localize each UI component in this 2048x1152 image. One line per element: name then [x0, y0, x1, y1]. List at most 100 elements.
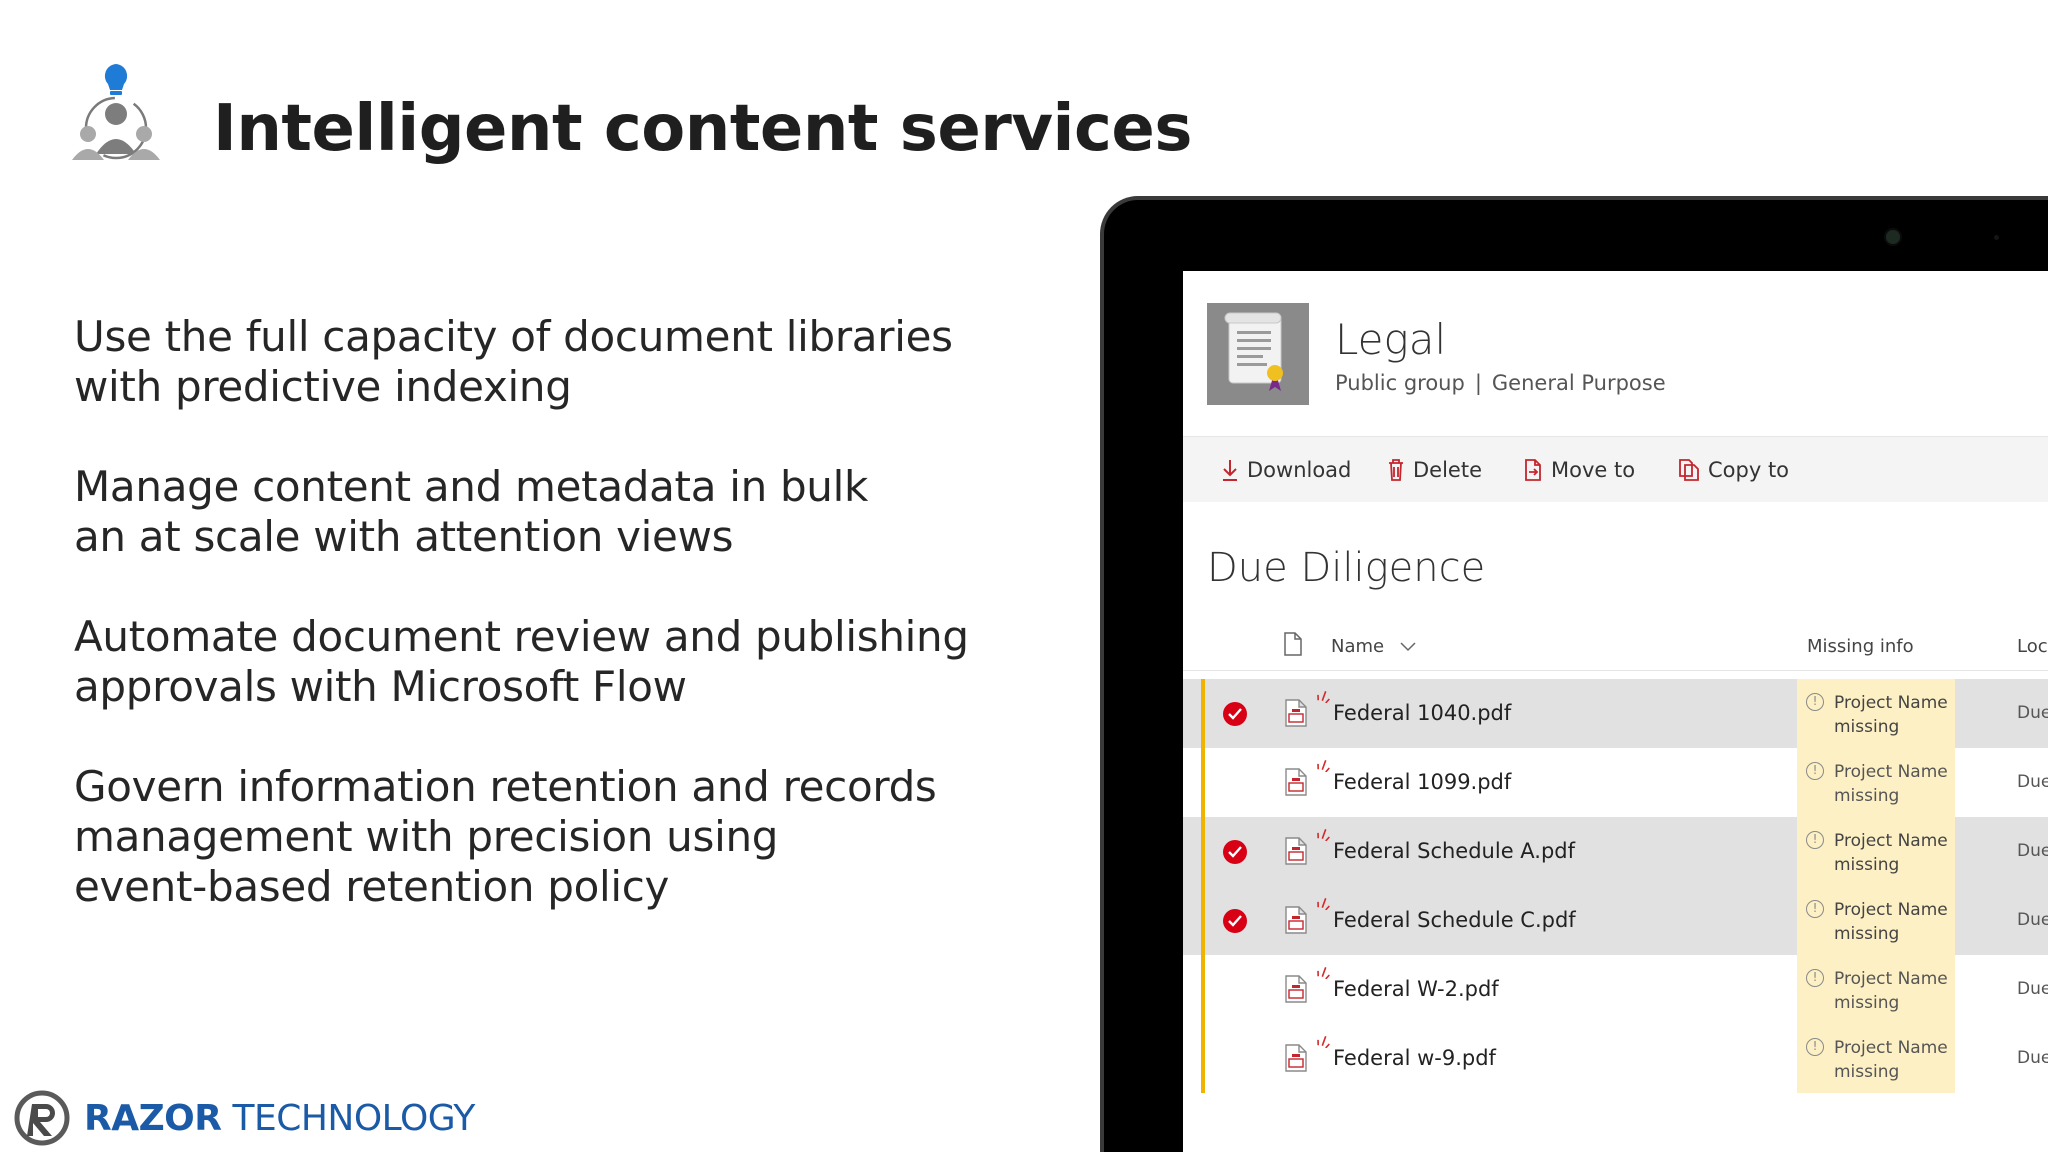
missing-info-line: missing [1834, 993, 1900, 1013]
library-title: Due Diligence [1207, 545, 1486, 591]
selected-check-icon[interactable] [1223, 840, 1247, 864]
pdf-file-icon [1285, 837, 1307, 865]
bullet-line: an at scale with attention views [74, 512, 734, 561]
location-cell: Due [2017, 772, 2048, 792]
info-icon: ! [1806, 1038, 1824, 1056]
brand-name-light: TECHNOLOGY [221, 1097, 475, 1139]
table-row[interactable]: Federal Schedule A.pdf! Project Name missi… [1183, 817, 2048, 886]
location-cell: Due [2017, 910, 2048, 930]
pdf-file-icon [1285, 699, 1307, 727]
new-item-spark-icon [1317, 829, 1330, 841]
location-cell: Due [2017, 841, 2048, 861]
column-header-missing-info[interactable]: Missing info [1807, 636, 1914, 657]
missing-info-line: Project Name [1834, 900, 1948, 920]
delete-button[interactable]: Delete [1387, 437, 1482, 503]
info-icon: ! [1806, 831, 1824, 849]
missing-info-line: missing [1834, 855, 1900, 875]
missing-info-line: Project Name [1834, 969, 1948, 989]
brand-name-bold: RAZOR [84, 1097, 222, 1139]
missing-info-line: Project Name [1834, 1038, 1948, 1058]
column-header-name[interactable]: Name [1331, 636, 1416, 657]
missing-info-line: missing [1834, 924, 1900, 944]
missing-info-cell[interactable]: ! Project Name missing [1797, 748, 1955, 817]
attention-bar [1201, 817, 1205, 886]
missing-info-text: Project Name missing [1834, 1036, 1948, 1084]
attention-bar [1201, 748, 1205, 817]
file-name-link[interactable]: Federal W-2.pdf [1333, 977, 1499, 1001]
new-item-spark-icon [1317, 691, 1330, 703]
new-item-spark-icon [1317, 898, 1330, 910]
download-icon [1223, 460, 1237, 481]
site-title[interactable]: Legal [1335, 315, 1446, 364]
bullet-line: Use the full capacity of document librar… [74, 312, 953, 361]
column-header-location[interactable]: Loca [2017, 636, 2048, 657]
move-to-button[interactable]: Move to [1523, 437, 1635, 503]
missing-info-line: missing [1834, 1062, 1900, 1082]
selected-check-icon[interactable] [1223, 702, 1247, 726]
copy-to-button[interactable]: Copy to [1678, 437, 1789, 503]
pdf-file-icon [1285, 1044, 1307, 1072]
info-icon: ! [1806, 900, 1824, 918]
missing-info-cell[interactable]: ! Project Name missing [1797, 955, 1955, 1024]
table-row[interactable]: Federal 1099.pdf! Project Name missing Due [1183, 748, 2048, 817]
delete-label: Delete [1413, 458, 1482, 482]
location-cell: Due [2017, 979, 2048, 999]
attention-bar [1201, 886, 1205, 955]
table-row[interactable]: Federal W-2.pdf! Project Name missing Due [1183, 955, 2048, 1024]
camera-icon [1884, 228, 1902, 246]
attention-bar [1201, 1024, 1205, 1093]
trash-icon [1389, 459, 1403, 481]
brand-footer: RAZOR TECHNOLOGY [14, 1088, 475, 1148]
site-logo[interactable] [1207, 303, 1309, 405]
download-label: Download [1247, 458, 1352, 482]
missing-info-cell[interactable]: ! Project Name missing [1797, 679, 1955, 748]
table-row[interactable]: Federal w-9.pdf! Project Name missing Due [1183, 1024, 2048, 1093]
slide-title: Intelligent content services [213, 92, 1192, 166]
column-header-row: Name Missing info Loca [1183, 621, 2048, 671]
missing-info-cell[interactable]: ! Project Name missing [1797, 817, 1955, 886]
bullet-line: with predictive indexing [74, 362, 572, 411]
location-cell: Due [2017, 1048, 2048, 1068]
bullet-item: Use the full capacity of document librar… [74, 312, 974, 412]
missing-info-line: Project Name [1834, 762, 1948, 782]
site-header: Legal Public group | General Purpose [1183, 271, 2048, 436]
info-icon: ! [1806, 693, 1824, 711]
download-button[interactable]: Download [1221, 437, 1351, 503]
scroll-document-icon [1224, 312, 1283, 391]
file-type-column-icon[interactable] [1283, 631, 1303, 657]
file-name-link[interactable]: Federal 1099.pdf [1333, 770, 1511, 794]
missing-info-text: Project Name missing [1834, 898, 1948, 946]
selected-check-icon[interactable] [1223, 909, 1247, 933]
missing-info-cell[interactable]: ! Project Name missing [1797, 886, 1955, 955]
bullet-item: Manage content and metadata in bulk an a… [74, 462, 974, 562]
file-name-link[interactable]: Federal Schedule C.pdf [1333, 908, 1576, 932]
file-name-link[interactable]: Federal w-9.pdf [1333, 1046, 1496, 1070]
new-item-spark-icon [1317, 1036, 1330, 1048]
file-name-link[interactable]: Federal 1040.pdf [1333, 701, 1511, 725]
file-name-link[interactable]: Federal Schedule A.pdf [1333, 839, 1575, 863]
missing-info-text: Project Name missing [1834, 691, 1948, 739]
subtitle-separator: | [1474, 371, 1482, 395]
missing-info-line: Project Name [1834, 693, 1948, 713]
missing-info-line: Project Name [1834, 831, 1948, 851]
bullet-line: event-based retention policy [74, 862, 670, 911]
new-item-spark-icon [1317, 760, 1330, 772]
missing-info-text: Project Name missing [1834, 829, 1948, 877]
missing-info-text: Project Name missing [1834, 967, 1948, 1015]
missing-info-cell[interactable]: ! Project Name missing [1797, 1024, 1955, 1093]
bullet-line: approvals with Microsoft Flow [74, 662, 687, 711]
missing-info-line: missing [1834, 786, 1900, 806]
bullet-item: Automate document review and publishing … [74, 612, 974, 712]
pdf-file-icon [1285, 975, 1307, 1003]
missing-info-text: Project Name missing [1834, 760, 1948, 808]
bullet-line: management with precision using [74, 812, 779, 861]
document-list: Federal 1040.pdf! Project Name missing Due F… [1183, 679, 2048, 1093]
table-row[interactable]: Federal 1040.pdf! Project Name missing Due [1183, 679, 2048, 748]
info-icon: ! [1806, 969, 1824, 987]
info-icon: ! [1806, 762, 1824, 780]
table-row[interactable]: Federal Schedule C.pdf! Project Name missi… [1183, 886, 2048, 955]
attention-bar [1201, 955, 1205, 1024]
site-privacy: Public group [1335, 371, 1465, 395]
site-subtitle: Public group | General Purpose [1335, 371, 1666, 395]
move-icon [1525, 459, 1541, 481]
